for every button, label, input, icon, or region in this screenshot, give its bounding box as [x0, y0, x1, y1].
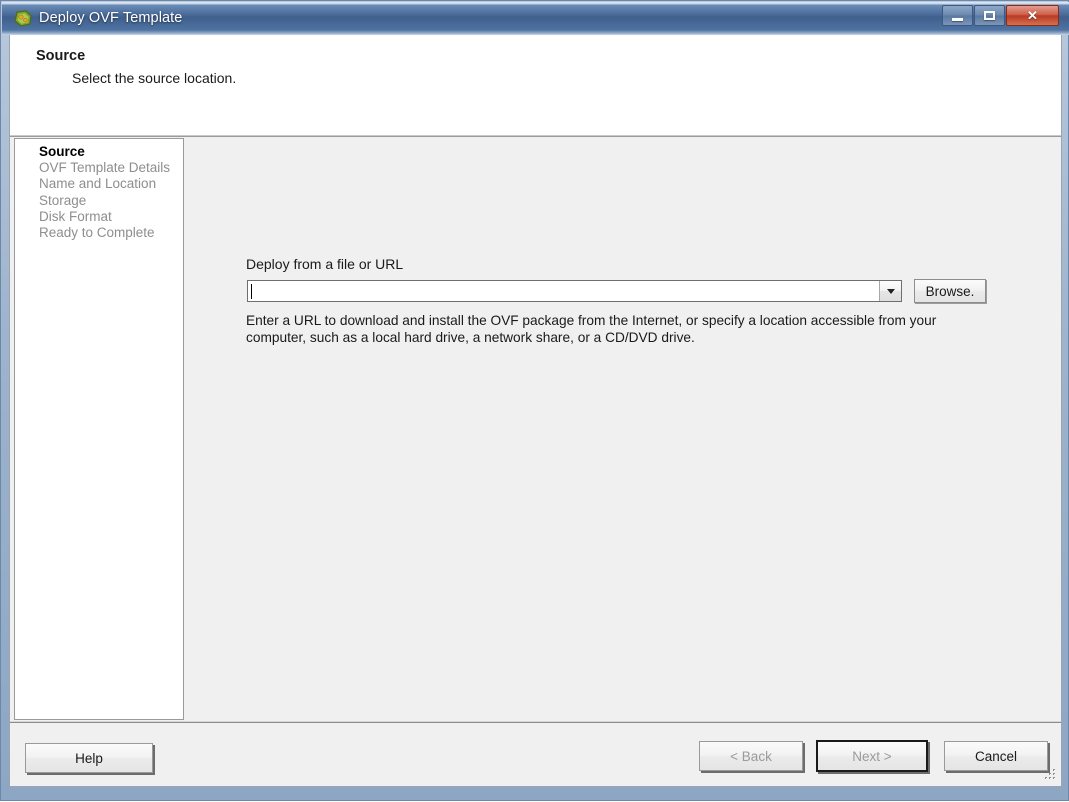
chevron-down-icon [886, 289, 895, 294]
window-title: Deploy OVF Template [39, 10, 183, 26]
combobox-dropdown-button[interactable] [879, 281, 901, 301]
sidebar-item-storage[interactable]: Storage [15, 193, 183, 209]
deploy-source-input[interactable] [248, 281, 878, 301]
page-subtitle: Select the source location. [72, 70, 237, 86]
sidebar-item-disk-format[interactable]: Disk Format [15, 209, 183, 225]
text-caret [251, 284, 252, 299]
wizard-steps-panel: Source OVF Template Details Name and Loc… [14, 138, 184, 720]
minimize-icon [943, 6, 972, 25]
next-button[interactable]: Next > [816, 740, 928, 772]
sidebar-item-name-and-location[interactable]: Name and Location [15, 176, 183, 192]
dialog-window: Deploy OVF Template ✕ Source Select the … [0, 0, 1069, 801]
sidebar-item-ready-to-complete[interactable]: Ready to Complete [15, 225, 183, 241]
title-bar[interactable]: Deploy OVF Template ✕ [2, 2, 1069, 35]
sidebar-item-source[interactable]: Source [15, 144, 183, 160]
dialog-body: Source OVF Template Details Name and Loc… [10, 137, 1061, 721]
sidebar-item-ovf-template-details[interactable]: OVF Template Details [15, 160, 183, 176]
dialog-header: Source Select the source location. [10, 35, 1061, 135]
browse-button[interactable]: Browse. [914, 279, 986, 303]
close-button[interactable]: ✕ [1006, 5, 1059, 26]
dialog-footer: Help < Back Next > Cancel [10, 723, 1061, 785]
wizard-steps-list: Source OVF Template Details Name and Loc… [15, 139, 183, 241]
main-content-pane: Deploy from a file or URL Browse. Enter … [186, 137, 1061, 721]
deploy-source-combobox[interactable] [247, 280, 902, 302]
maximize-icon [975, 6, 1004, 25]
maximize-button[interactable] [974, 5, 1005, 26]
close-icon: ✕ [1027, 8, 1038, 23]
ovf-template-icon [14, 10, 32, 27]
minimize-button[interactable] [942, 5, 973, 26]
deploy-source-label: Deploy from a file or URL [246, 256, 404, 272]
back-button[interactable]: < Back [699, 741, 803, 771]
source-description-text: Enter a URL to download and install the … [246, 313, 937, 345]
resize-grip-icon[interactable] [1043, 768, 1057, 782]
cancel-button[interactable]: Cancel [944, 741, 1048, 771]
page-title: Source [36, 48, 86, 64]
dialog-client-area: Source Select the source location. Sourc… [9, 35, 1062, 787]
help-button[interactable]: Help [25, 743, 153, 773]
